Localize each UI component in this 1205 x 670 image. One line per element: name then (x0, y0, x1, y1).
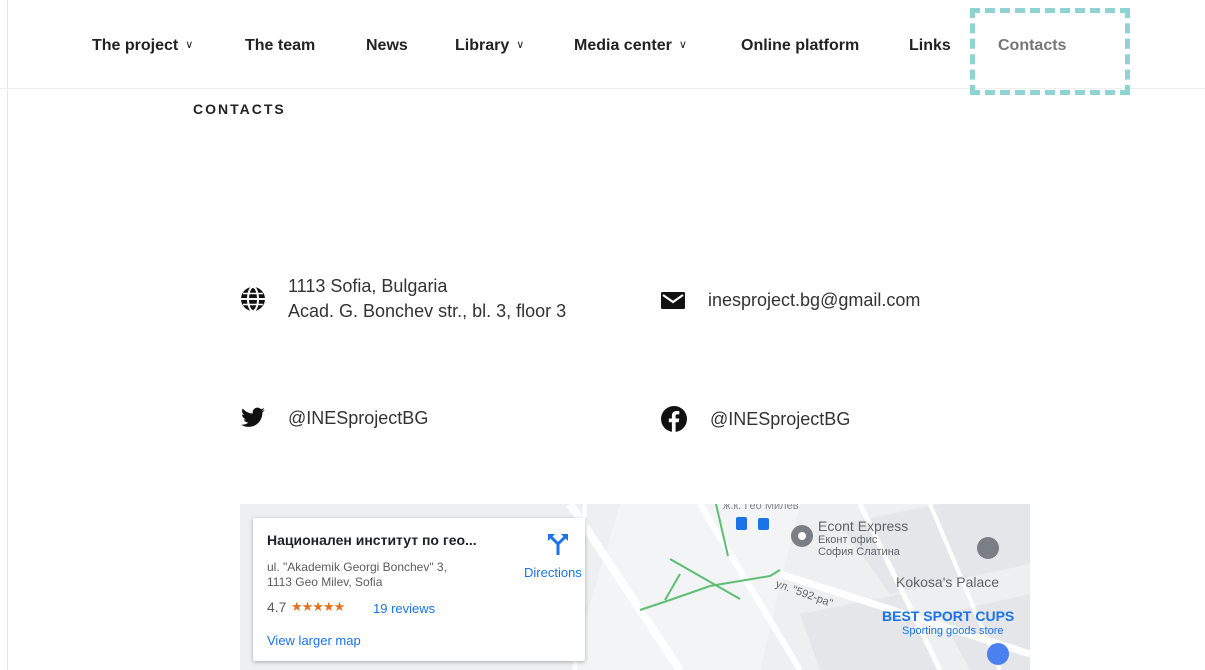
nav-item-the-project[interactable]: The project ∨ (92, 37, 193, 55)
place-address-line-1: ul. "Akademik Georgi Bonchev" 3, (267, 560, 447, 574)
nav-label: Media center (574, 37, 672, 54)
page-left-border (7, 0, 8, 670)
nav-item-online-platform[interactable]: Online platform (741, 37, 859, 55)
nav-label: Links (909, 37, 951, 54)
nav-item-the-team[interactable]: The team (245, 37, 315, 55)
address-line-1: 1113 Sofia, Bulgaria (288, 276, 448, 296)
nav-label: News (366, 37, 408, 54)
directions-icon[interactable] (547, 532, 569, 561)
facebook-icon (660, 405, 688, 433)
place-address-line-2: 1113 Geo Milev, Sofia (267, 575, 383, 589)
map-label-kokosa: Kokosa's Palace (896, 574, 1000, 590)
map-label-econt-office: Еконт офис (818, 534, 878, 546)
nav-label: Library (455, 37, 510, 54)
address-line-2: Acad. G. Bonchev str., bl. 3, floor 3 (288, 301, 567, 321)
place-rating: 4.7 (267, 599, 287, 615)
page-title: CONTACTS (193, 101, 286, 117)
chevron-down-icon: ∨ (516, 39, 525, 51)
contact-email[interactable]: inesproject.bg@gmail.com (660, 287, 920, 313)
reviews-link[interactable]: 19 reviews (373, 601, 435, 616)
contact-address: 1113 Sofia, Bulgaria Acad. G. Bonchev st… (240, 274, 566, 324)
place-info-card: Национален институт по гео... ul. "Akade… (253, 518, 585, 661)
directions-link[interactable]: Directions (524, 565, 582, 580)
twitter-icon (240, 405, 266, 431)
chevron-down-icon: ∨ (185, 39, 194, 51)
chevron-down-icon: ∨ (678, 39, 687, 51)
nav-label: The project (92, 37, 179, 54)
facebook-handle[interactable]: @INESprojectBG (710, 407, 850, 432)
twitter-handle[interactable]: @INESprojectBG (288, 406, 428, 431)
envelope-icon (660, 287, 686, 313)
globe-icon (240, 286, 266, 312)
map-label-econt: Econt Express (818, 518, 909, 534)
rating-stars-icon: ★★★★★ (291, 599, 345, 614)
nav-item-media-center[interactable]: Media center ∨ (574, 37, 687, 55)
map-label-sport: BEST SPORT CUPS (882, 608, 1015, 624)
email-link[interactable]: inesproject.bg@gmail.com (708, 288, 920, 313)
view-larger-map-link[interactable]: View larger map (267, 633, 361, 648)
map-label-district: ж.к. Гео Милев (723, 504, 799, 512)
nav-item-news[interactable]: News (366, 37, 408, 55)
nav-item-library[interactable]: Library ∨ (455, 37, 524, 55)
contact-twitter[interactable]: @INESprojectBG (240, 405, 428, 431)
place-title: Национален институт по гео... (267, 532, 477, 548)
nav-label: The team (245, 37, 316, 54)
contact-facebook[interactable]: @INESprojectBG (660, 405, 850, 433)
embedded-map[interactable]: ж.к. Гео Милев Econt Express Еконт офис … (240, 504, 1030, 670)
map-label-sport-sub: Sporting goods store (902, 625, 1004, 637)
focus-highlight (970, 8, 1130, 95)
nav-label: Online platform (741, 37, 860, 54)
nav-item-links[interactable]: Links (909, 37, 951, 55)
map-label-econt-city: София Слатина (818, 546, 900, 558)
